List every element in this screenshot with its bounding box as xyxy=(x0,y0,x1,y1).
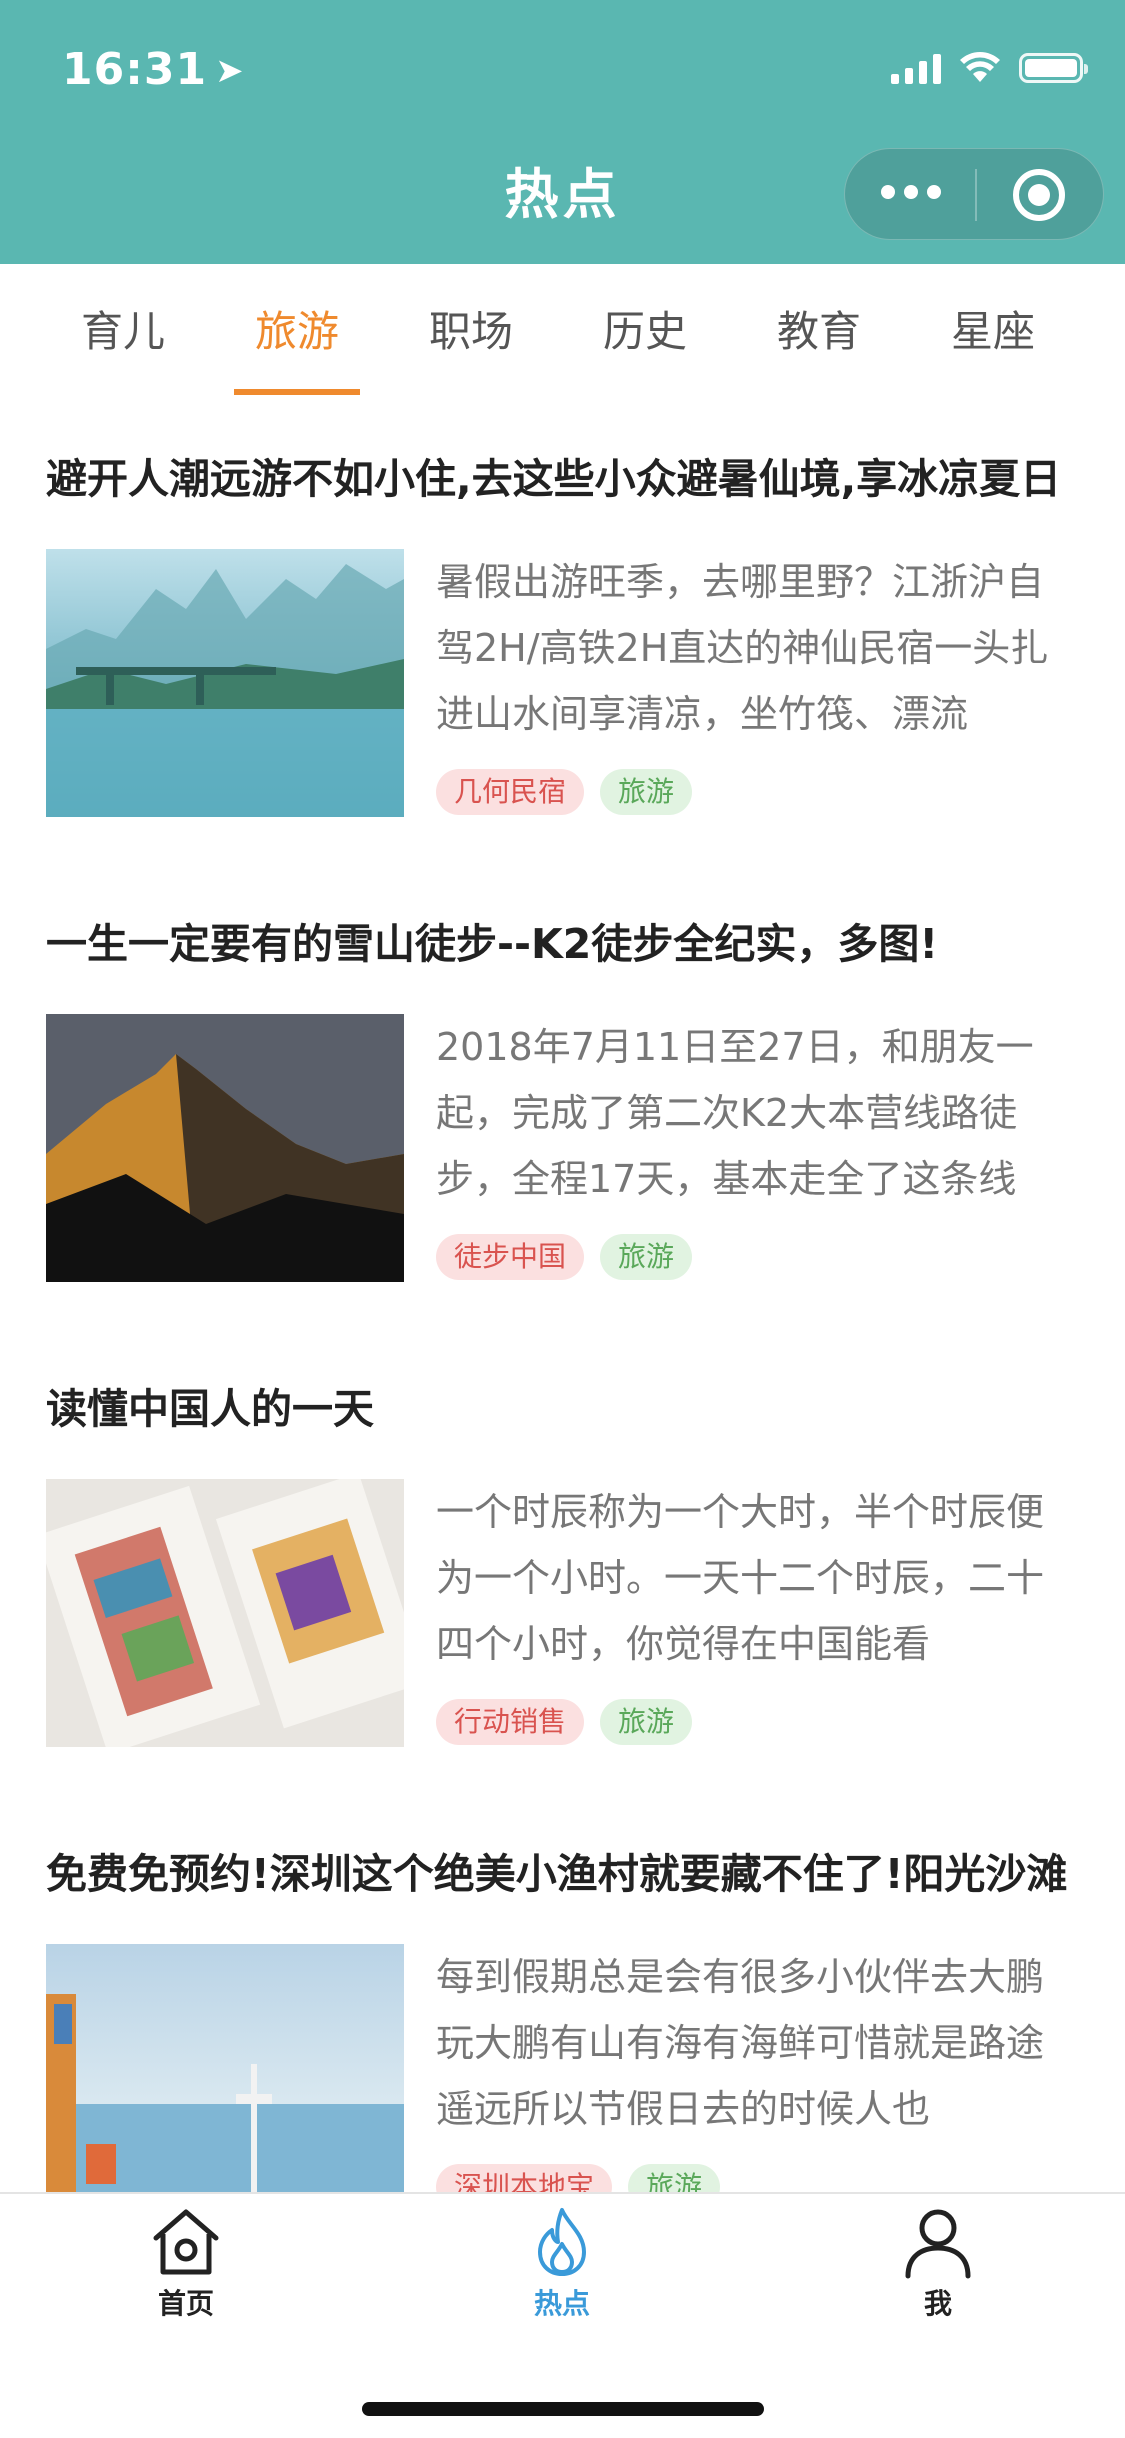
article-summary: 暑假出游旺季，去哪里野？江浙沪自驾2H/高铁2H直达的神仙民宿一头扎进山水间享清… xyxy=(436,560,1049,736)
article-thumbnail[interactable] xyxy=(46,1014,404,1282)
article-thumbnail[interactable] xyxy=(46,1944,404,2192)
tab-education[interactable]: 教育 xyxy=(732,264,906,399)
category-tag[interactable]: 旅游 xyxy=(628,2164,721,2192)
article-thumbnail[interactable] xyxy=(46,1479,404,1747)
home-icon xyxy=(153,2209,219,2275)
source-tag[interactable]: 几何民宿 xyxy=(436,769,585,815)
article-title[interactable]: 读懂中国人的一天 xyxy=(46,1375,1086,1435)
tabbar-home[interactable]: 首页 xyxy=(86,2204,286,2322)
header: 16:31 ➤ 热点 xyxy=(0,0,1125,264)
tab-travel[interactable]: 旅游 xyxy=(210,264,384,399)
category-tag[interactable]: 旅游 xyxy=(600,1699,693,1745)
flame-icon xyxy=(538,2208,586,2276)
article-card[interactable]: 一生一定要有的雪山徒步--K2徒步全纪实，多图! 2018年7月11日至27日，… xyxy=(0,864,1125,1329)
tabbar-hot[interactable]: 热点 xyxy=(462,2204,662,2322)
article-tags: 行动销售 旅游 xyxy=(436,1699,693,1745)
category-tabs: 育儿 旅游 职场 历史 教育 星座 xyxy=(0,264,1125,399)
tabbar-home-label: 首页 xyxy=(157,2287,214,2320)
tabbar-me[interactable]: 我 xyxy=(838,2204,1038,2322)
article-card[interactable]: 读懂中国人的一天 一个时辰称为一个大时，半个时辰便为一个小时。一天十二个时辰，二… xyxy=(0,1329,1125,1794)
status-time: 16:31 ➤ xyxy=(62,44,245,95)
user-icon xyxy=(905,2209,971,2279)
more-options-icon[interactable] xyxy=(881,185,941,199)
article-title[interactable]: 避开人潮远游不如小住,去这些小众避暑仙境,享冰凉夏日 xyxy=(46,445,1086,505)
tab-workplace[interactable]: 职场 xyxy=(384,264,558,399)
article-summary: 一个时辰称为一个大时，半个时辰便为一个小时。一天十二个时辰，二十四个小时，你觉得… xyxy=(436,1490,1045,1666)
miniprogram-capsule xyxy=(844,148,1104,240)
article-title[interactable]: 免费免预约!深圳这个绝美小渔村就要藏不住了!阳光沙滩 xyxy=(46,1840,1086,1900)
source-tag[interactable]: 深圳本地宝 xyxy=(436,2164,613,2192)
capsule-divider xyxy=(975,169,977,221)
bottom-tabbar: 首页 热点 我 xyxy=(0,2192,1125,2438)
status-time-text: 16:31 xyxy=(62,44,208,95)
location-arrow-icon: ➤ xyxy=(215,51,245,91)
source-tag[interactable]: 行动销售 xyxy=(436,1699,585,1745)
article-title[interactable]: 一生一定要有的雪山徒步--K2徒步全纪实，多图! xyxy=(46,910,1086,970)
cellular-signal-icon xyxy=(891,52,941,84)
article-tags: 徒步中国 旅游 xyxy=(436,1234,693,1280)
tabbar-me-label: 我 xyxy=(923,2287,952,2320)
status-icons xyxy=(891,52,1088,84)
article-tags: 深圳本地宝 旅游 xyxy=(436,2164,721,2192)
article-summary: 2018年7月11日至27日，和朋友一起，完成了第二次K2大本营线路徒步，全程1… xyxy=(436,1025,1034,1201)
article-card[interactable]: 免费免预约!深圳这个绝美小渔村就要藏不住了!阳光沙滩 每到假期总是会有很多小伙伴… xyxy=(0,1794,1125,2192)
source-tag[interactable]: 徒步中国 xyxy=(436,1234,585,1280)
tab-history[interactable]: 历史 xyxy=(558,264,732,399)
article-summary: 每到假期总是会有很多小伙伴去大鹏玩大鹏有山有海有海鲜可惜就是路途遥远所以节假日去… xyxy=(436,1955,1045,2131)
category-tag[interactable]: 旅游 xyxy=(600,1234,693,1280)
home-indicator[interactable] xyxy=(362,2402,764,2416)
article-thumbnail[interactable] xyxy=(46,549,404,817)
article-feed: 避开人潮远游不如小住,去这些小众避暑仙境,享冰凉夏日 暑假出游旺季，去哪里野？江… xyxy=(0,399,1125,2192)
close-miniprogram-icon[interactable] xyxy=(1013,169,1065,221)
tab-horoscope[interactable]: 星座 xyxy=(906,264,1080,399)
category-tag[interactable]: 旅游 xyxy=(600,769,693,815)
article-card[interactable]: 避开人潮远游不如小住,去这些小众避暑仙境,享冰凉夏日 暑假出游旺季，去哪里野？江… xyxy=(0,399,1125,864)
tab-parenting[interactable]: 育儿 xyxy=(36,264,210,399)
battery-icon xyxy=(1019,53,1088,83)
wifi-icon xyxy=(960,52,1000,82)
article-tags: 几何民宿 旅游 xyxy=(436,769,693,815)
tabbar-hot-label: 热点 xyxy=(533,2287,590,2320)
